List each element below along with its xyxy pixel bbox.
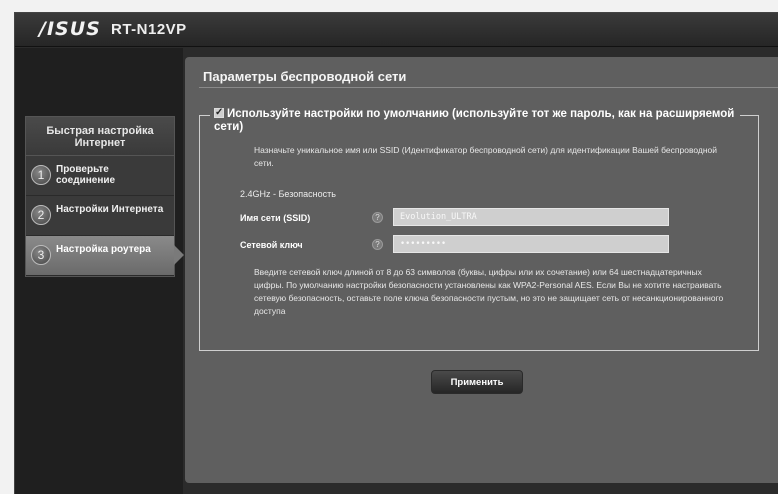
step-router-settings[interactable]: 3 Настройка роутера xyxy=(26,236,184,276)
band-security-label: 2.4GHz - Безопасность xyxy=(240,189,336,199)
left-column: Быстрая настройка Интернет 1 Проверьте с… xyxy=(15,48,184,494)
step-internet-settings[interactable]: 2 Настройки Интернета xyxy=(26,196,174,236)
step-label: Настройка роутера xyxy=(56,244,151,255)
step-number-1: 1 xyxy=(31,165,51,185)
sidebar-title: Быстрая настройка Интернет xyxy=(26,117,174,156)
step-label: Проверьте соединение xyxy=(56,164,116,186)
ssid-intro-text: Назначьте уникальное имя или SSID (Идент… xyxy=(254,145,718,168)
step-label: Настройки Интернета xyxy=(56,204,164,215)
model-name: RT-N12VP xyxy=(111,21,187,38)
title-divider xyxy=(199,87,778,88)
ssid-input[interactable] xyxy=(393,208,669,226)
default-settings-checkbox[interactable] xyxy=(214,106,224,119)
page-title: Параметры беспроводной сети xyxy=(203,69,407,84)
network-key-help-icon[interactable]: ? xyxy=(372,239,383,250)
router-admin-frame: /ISUS RT-N12VP Быстрая настройка Интерне… xyxy=(14,12,778,494)
ssid-help-icon[interactable]: ? xyxy=(372,212,383,223)
network-key-warning-text: Введите сетевой ключ длиной от 8 до 63 с… xyxy=(254,267,724,316)
apply-button[interactable]: Применить xyxy=(431,370,523,394)
step-number-2: 2 xyxy=(31,205,51,225)
top-banner: /ISUS RT-N12VP xyxy=(15,13,778,47)
ssid-label: Имя сети (SSID) xyxy=(240,213,311,223)
step-check-connection[interactable]: 1 Проверьте соединение xyxy=(26,156,174,196)
default-settings-option[interactable]: Используйте настройки по умолчанию (испо… xyxy=(210,106,740,134)
quick-setup-sidebar: Быстрая настройка Интернет 1 Проверьте с… xyxy=(25,116,184,277)
wireless-settings-box: Используйте настройки по умолчанию (испо… xyxy=(199,106,759,351)
network-key-label: Сетевой ключ xyxy=(240,240,303,250)
step-number-3: 3 xyxy=(31,245,51,265)
main-panel: Параметры беспроводной сети Используйте … xyxy=(185,57,778,483)
network-key-input[interactable] xyxy=(393,235,669,253)
asus-logo: /ISUS xyxy=(39,18,101,40)
default-settings-label: Используйте настройки по умолчанию (испо… xyxy=(214,108,735,133)
active-step-arrow-icon xyxy=(174,245,184,265)
